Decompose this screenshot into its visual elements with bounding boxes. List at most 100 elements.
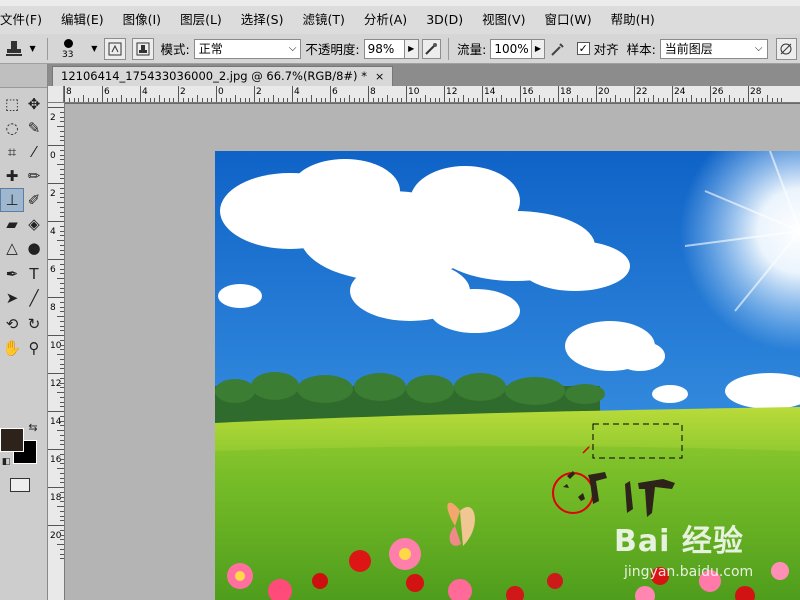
aligned-checkbox[interactable]: ✓ <box>576 42 590 55</box>
3d-rotate-tool-icon[interactable]: ⟲ <box>0 312 24 336</box>
clone-stamp-tool-icon[interactable]: ⊥ <box>0 188 24 212</box>
ruler-tick <box>60 116 64 118</box>
ruler-tick <box>60 225 64 227</box>
3d-orbit-tool-icon[interactable]: ↻ <box>22 312 46 336</box>
ruler-tick <box>482 86 483 102</box>
menu-image[interactable]: 图像(I) <box>123 10 167 30</box>
ruler-tick <box>320 98 322 102</box>
zoom-tool-icon[interactable]: ⚲ <box>22 336 46 360</box>
clone-stamp-icon <box>6 40 23 56</box>
ruler-origin[interactable] <box>48 86 64 103</box>
ruler-tick <box>48 183 64 184</box>
ruler-tick <box>282 98 284 102</box>
healing-brush-tool-icon[interactable]: ✚ <box>0 164 24 188</box>
brush-panel-button[interactable] <box>104 37 126 60</box>
menu-view[interactable]: 视图(V) <box>482 10 531 30</box>
ruler-tick <box>60 434 64 436</box>
ruler-tick <box>60 154 64 156</box>
eraser-tool-icon[interactable]: ▰ <box>0 212 24 236</box>
chevron-down-icon: ⌵ <box>754 42 763 54</box>
close-icon[interactable]: × <box>375 67 384 86</box>
ruler-tick <box>463 95 464 102</box>
mode-select[interactable]: 正常 ⌵ <box>193 38 302 59</box>
ruler-tick <box>60 363 64 365</box>
menu-help[interactable]: 帮助(H) <box>611 10 661 30</box>
panel-grip[interactable] <box>0 64 47 88</box>
horizontal-ruler[interactable]: 8 6 4 2 0 2 4 6 8 10 12 14 16 18 20 22 24 26 28 <box>64 86 800 103</box>
flow-slider-button[interactable]: ▶ <box>531 38 546 59</box>
pressure-opacity-button[interactable] <box>421 38 442 59</box>
vertical-ruler[interactable]: 2 0 2 4 6 8 10 12 14 16 18 20 <box>48 103 65 600</box>
ruler-tick <box>106 98 108 102</box>
paint-bucket-tool-icon[interactable]: ◈ <box>22 212 46 236</box>
ignore-adjustment-layers-button[interactable] <box>775 37 798 60</box>
ruler-tick <box>48 487 64 488</box>
opacity-input[interactable]: 98% <box>363 38 405 59</box>
foreground-color-swatch[interactable] <box>0 428 24 452</box>
brush-preset-picker[interactable]: 33 <box>52 35 87 63</box>
type-tool-icon[interactable]: T <box>22 262 46 286</box>
lasso-tool-icon[interactable]: ◌ <box>0 116 24 140</box>
menu-3d[interactable]: 3D(D) <box>426 10 469 30</box>
blur-tool-icon[interactable]: △ <box>0 236 24 260</box>
flow-input[interactable]: 100% <box>490 38 532 59</box>
crop-tool-icon[interactable]: ⌗ <box>0 140 24 164</box>
menu-window[interactable]: 窗口(W) <box>544 10 597 30</box>
hand-tool-icon[interactable]: ✋ <box>0 336 24 360</box>
default-colors-icon[interactable]: ◧ <box>0 456 12 468</box>
ruler-tick <box>543 98 545 102</box>
menu-select[interactable]: 选择(S) <box>241 10 290 30</box>
ruler-tick <box>57 126 64 127</box>
quick-selection-tool-icon[interactable]: ✎ <box>22 116 46 140</box>
ruler-tick <box>68 98 70 102</box>
ruler-tick-label: 2 <box>50 113 56 123</box>
ruler-tick <box>605 98 607 102</box>
ruler-tick <box>48 259 64 260</box>
ruler-tick <box>629 98 631 102</box>
opacity-slider-button[interactable]: ▶ <box>404 38 419 59</box>
menu-edit[interactable]: 编辑(E) <box>61 10 110 30</box>
menu-filter[interactable]: 滤镜(T) <box>302 10 350 30</box>
ruler-tick <box>60 206 64 208</box>
swap-colors-icon[interactable]: ⇆ <box>26 420 40 434</box>
ruler-tick <box>524 98 526 102</box>
move-tool-icon[interactable]: ✥ <box>22 92 46 116</box>
ruler-tick <box>638 98 640 102</box>
document-tab[interactable]: 12106414_175433036000_2.jpg @ 66.7%(RGB/… <box>52 66 394 86</box>
ruler-tick <box>738 98 740 102</box>
line-tool-icon[interactable]: ╱ <box>22 286 46 310</box>
ruler-tick <box>60 553 64 555</box>
ruler-tick <box>60 539 64 541</box>
menu-file[interactable]: 文件(F) <box>0 10 48 30</box>
history-brush-tool-icon[interactable]: ✐ <box>22 188 46 212</box>
ruler-tick <box>216 86 217 102</box>
baidu-watermark: Bai 经验 jingyan.baidu.com <box>614 516 753 580</box>
airbrush-button[interactable] <box>548 38 568 60</box>
ruler-tick <box>60 192 64 194</box>
ruler-tick <box>60 401 64 403</box>
ruler-tick <box>344 98 346 102</box>
clone-source-button[interactable] <box>131 37 154 60</box>
menu-layer[interactable]: 图层(L) <box>180 10 228 30</box>
sample-select[interactable]: 当前图层 ⌵ <box>659 38 768 59</box>
path-selection-tool-icon[interactable]: ➤ <box>0 286 24 310</box>
ruler-tick <box>83 95 84 102</box>
adjustment-layer-icon <box>780 43 792 54</box>
menu-analysis[interactable]: 分析(A) <box>364 10 413 30</box>
chevron-down-icon[interactable]: ▼ <box>91 44 97 53</box>
ruler-tick <box>439 98 441 102</box>
pen-tool-icon[interactable]: ✒ <box>0 262 24 286</box>
eyedropper-tool-icon[interactable]: ⁄ <box>22 140 46 164</box>
ruler-tick <box>277 98 279 102</box>
ruler-tick <box>662 98 664 102</box>
ruler-tick-label: 2 <box>180 87 186 97</box>
ruler-tick <box>577 95 578 102</box>
dodge-tool-icon[interactable]: ● <box>22 236 46 260</box>
ruler-tick <box>60 458 64 460</box>
tool-preset-picker[interactable]: ▼ <box>0 35 43 63</box>
quick-mask-button[interactable] <box>10 478 30 492</box>
ruler-tick <box>60 140 64 142</box>
marquee-tool-icon[interactable]: ⬚ <box>0 92 24 116</box>
brush-tool-icon[interactable]: ✏ <box>22 164 46 188</box>
ruler-tick <box>60 406 64 408</box>
